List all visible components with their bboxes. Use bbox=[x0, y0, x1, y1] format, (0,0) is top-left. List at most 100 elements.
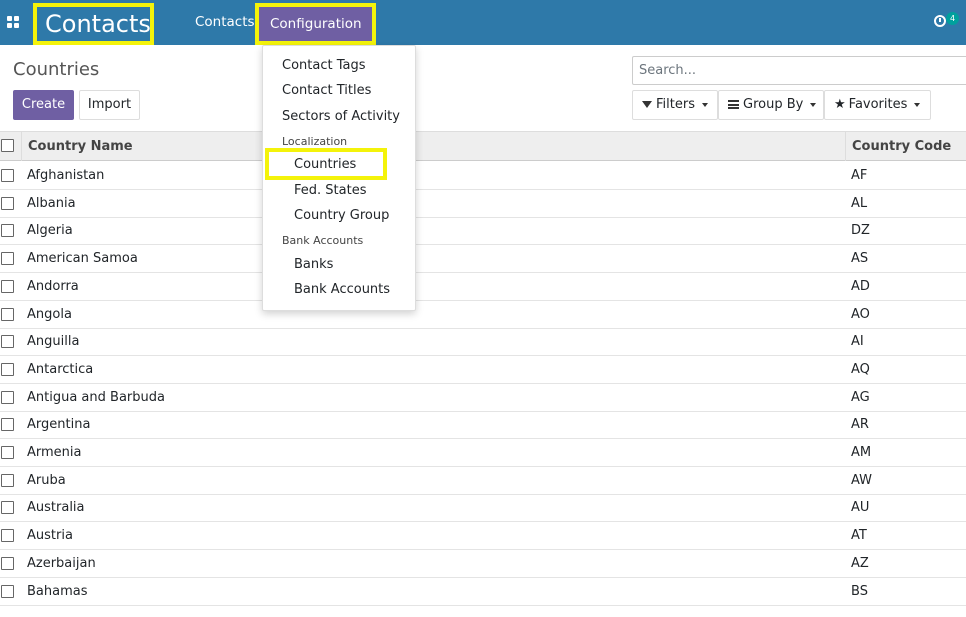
table-row[interactable]: Andorra AD bbox=[0, 273, 966, 301]
menu-item-contact-tags[interactable]: Contact Tags bbox=[282, 58, 366, 73]
table-row[interactable]: Azerbaijan AZ bbox=[0, 550, 966, 578]
country-name-cell: Angola bbox=[27, 306, 72, 322]
table-row[interactable]: Austria AT bbox=[0, 522, 966, 551]
table-row[interactable]: Aruba AW bbox=[0, 467, 966, 495]
filters-button[interactable]: Filters bbox=[632, 90, 718, 120]
configuration-dropdown: Contact Tags Contact Titles Sectors of A… bbox=[262, 45, 416, 311]
activity-button[interactable]: 4 bbox=[934, 12, 959, 30]
caret-down-icon bbox=[810, 102, 817, 107]
table-row[interactable]: Armenia AM bbox=[0, 439, 966, 467]
country-name-cell: Argentina bbox=[27, 417, 91, 433]
import-button[interactable]: Import bbox=[79, 90, 140, 120]
create-button[interactable]: Create bbox=[13, 90, 74, 120]
row-checkbox[interactable] bbox=[1, 224, 14, 238]
caret-down-icon bbox=[914, 102, 921, 107]
menu-item-contact-titles[interactable]: Contact Titles bbox=[282, 83, 371, 98]
row-checkbox[interactable] bbox=[1, 196, 14, 210]
country-name-cell: Austria bbox=[27, 528, 73, 544]
table-row[interactable]: Antarctica AQ bbox=[0, 356, 966, 384]
country-name-cell: American Samoa bbox=[27, 251, 138, 267]
country-code-cell: DZ bbox=[851, 223, 870, 239]
country-code-cell: AQ bbox=[851, 361, 870, 377]
filters-label: Filters bbox=[656, 97, 695, 112]
row-checkbox[interactable] bbox=[1, 169, 14, 182]
country-code-cell: AG bbox=[851, 389, 870, 405]
clock-icon bbox=[934, 15, 946, 27]
star-icon: ★ bbox=[834, 97, 846, 112]
top-navbar: Contacts Contacts Configuration 4 bbox=[0, 0, 966, 45]
row-checkbox[interactable] bbox=[1, 418, 14, 432]
country-code-cell: AR bbox=[851, 417, 869, 433]
bars-icon bbox=[728, 100, 739, 109]
table-row[interactable]: Antigua and Barbuda AG bbox=[0, 384, 966, 412]
table-row[interactable]: Anguilla AI bbox=[0, 328, 966, 357]
table-row[interactable]: American Samoa AS bbox=[0, 245, 966, 274]
country-name-cell: Albania bbox=[27, 195, 76, 211]
country-code-cell: AM bbox=[851, 445, 872, 460]
row-checkbox[interactable] bbox=[1, 529, 14, 543]
country-code-cell: AL bbox=[851, 195, 868, 211]
breadcrumb: Countries bbox=[13, 59, 100, 80]
country-code-cell: AI bbox=[851, 334, 864, 350]
menu-item-banks[interactable]: Banks bbox=[294, 257, 333, 272]
row-checkbox[interactable] bbox=[1, 390, 14, 404]
country-code-cell: AO bbox=[851, 306, 870, 322]
table-row[interactable]: Angola AO bbox=[0, 301, 966, 329]
country-code-cell: AD bbox=[851, 278, 870, 294]
menu-item-sectors-of-activity[interactable]: Sectors of Activity bbox=[282, 109, 400, 124]
row-checkbox[interactable] bbox=[1, 501, 14, 515]
column-header-country-name[interactable]: Country Name bbox=[28, 132, 133, 161]
app-name[interactable]: Contacts bbox=[33, 3, 154, 45]
country-code-cell: AZ bbox=[851, 555, 869, 571]
row-checkbox[interactable] bbox=[1, 584, 14, 598]
menu-configuration[interactable]: Configuration bbox=[255, 3, 376, 45]
search-input[interactable]: Search... bbox=[632, 56, 966, 85]
table-row[interactable]: Bahamas BS bbox=[0, 578, 966, 606]
country-code-cell: AS bbox=[851, 251, 869, 267]
row-checkbox[interactable] bbox=[1, 307, 14, 321]
menu-section-bank-accounts: Bank Accounts bbox=[282, 234, 364, 247]
country-name-cell: Afghanistan bbox=[27, 168, 105, 183]
row-checkbox[interactable] bbox=[1, 279, 14, 293]
country-name-cell: Aruba bbox=[27, 472, 66, 488]
row-checkbox[interactable] bbox=[1, 252, 14, 266]
filter-icon bbox=[642, 101, 652, 108]
menu-item-fed-states[interactable]: Fed. States bbox=[294, 183, 366, 198]
country-name-cell: Algeria bbox=[27, 223, 73, 239]
row-checkbox[interactable] bbox=[1, 446, 14, 459]
row-checkbox[interactable] bbox=[1, 556, 14, 570]
table-header: Country Name Country Code bbox=[0, 131, 966, 161]
menu-item-countries[interactable]: Countries bbox=[294, 157, 356, 172]
table-row[interactable]: Australia AU bbox=[0, 494, 966, 523]
column-header-country-code[interactable]: Country Code bbox=[852, 132, 951, 161]
caret-down-icon bbox=[701, 102, 708, 107]
country-name-cell: Antarctica bbox=[27, 361, 94, 377]
country-code-cell: BS bbox=[851, 583, 868, 599]
table-row[interactable]: Algeria DZ bbox=[0, 217, 966, 246]
country-name-cell: Australia bbox=[27, 500, 85, 516]
row-checkbox[interactable] bbox=[1, 335, 14, 349]
country-name-cell: Andorra bbox=[27, 278, 79, 294]
country-code-cell: AT bbox=[851, 528, 867, 544]
country-code-cell: AF bbox=[851, 168, 868, 183]
menu-item-country-group[interactable]: Country Group bbox=[294, 208, 389, 223]
select-all-checkbox[interactable] bbox=[1, 139, 14, 152]
table-row[interactable]: Afghanistan AF bbox=[0, 162, 966, 190]
group-by-button[interactable]: Group By bbox=[718, 90, 824, 120]
group-by-label: Group By bbox=[743, 97, 804, 112]
menu-section-localization: Localization bbox=[282, 135, 348, 148]
row-checkbox[interactable] bbox=[1, 473, 14, 487]
table-row[interactable]: Albania AL bbox=[0, 190, 966, 218]
country-name-cell: Anguilla bbox=[27, 334, 80, 350]
country-name-cell: Antigua and Barbuda bbox=[27, 389, 165, 405]
row-checkbox[interactable] bbox=[1, 362, 14, 376]
table-row[interactable]: Argentina AR bbox=[0, 411, 966, 440]
favorites-button[interactable]: ★ Favorites bbox=[824, 90, 931, 120]
country-name-cell: Azerbaijan bbox=[27, 555, 96, 571]
menu-contacts[interactable]: Contacts bbox=[195, 0, 255, 45]
country-name-cell: Armenia bbox=[27, 445, 82, 460]
country-code-cell: AU bbox=[851, 500, 870, 516]
apps-grid-icon[interactable] bbox=[7, 16, 19, 28]
column-divider bbox=[845, 132, 846, 161]
menu-item-bank-accounts[interactable]: Bank Accounts bbox=[294, 282, 390, 297]
